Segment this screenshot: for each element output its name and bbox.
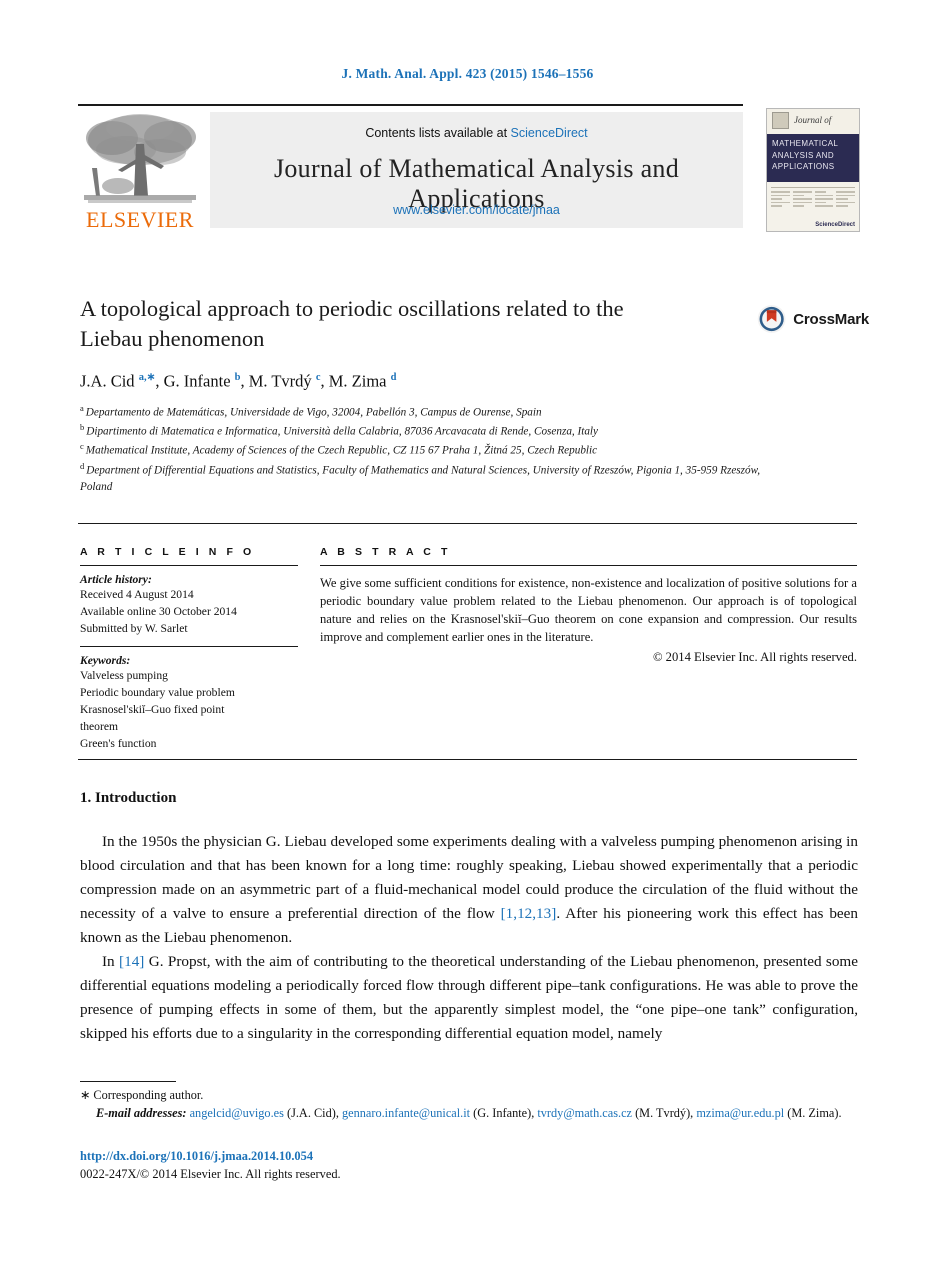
email-addresses-label: E-mail addresses:: [96, 1106, 187, 1121]
cover-line: [771, 201, 790, 203]
affiliation-mark: c: [80, 441, 84, 452]
abstract-column: We give some sufficient conditions for e…: [320, 565, 857, 666]
page-title: A topological approach to periodic oscil…: [80, 296, 624, 352]
history-available-online: Available online 30 October 2014: [80, 604, 237, 618]
article-info-column: Article history: Received 4 August 2014 …: [80, 565, 298, 761]
keywords-divider: [80, 646, 298, 648]
footnote-rule: [80, 1081, 176, 1082]
abstract-text: We give some sufficient conditions for e…: [320, 576, 857, 644]
cover-line: [792, 194, 804, 196]
issn-copyright-line: 0022-247X/© 2014 Elsevier Inc. All right…: [80, 1166, 341, 1181]
paper-page: J. Math. Anal. Appl. 423 (2015) 1546–155…: [0, 0, 935, 1266]
cover-top: Journal of: [767, 109, 859, 134]
cover-line: [814, 191, 826, 193]
affiliation-text: Dipartimento di Matematica e Informatica…: [86, 425, 599, 438]
sciencedirect-link[interactable]: ScienceDirect: [511, 126, 588, 140]
journal-band: Contents lists available at ScienceDirec…: [210, 112, 743, 228]
copyright-line: © 2014 Elsevier Inc. All rights reserved…: [652, 650, 857, 664]
cover-line: [836, 191, 855, 193]
cover-contents-area: ScienceDirect: [767, 182, 859, 231]
elsevier-logo: ELSEVIER: [78, 110, 202, 232]
body-text: In the 1950s the physician G. Liebau dev…: [80, 830, 858, 1046]
cover-line: [814, 201, 826, 203]
cover-line: [814, 205, 834, 207]
keyword-item: Valveless pumping: [80, 669, 168, 683]
cover-line: [792, 191, 812, 193]
paragraph-2: In [14] G. Propst, with the aim of contr…: [80, 953, 858, 1043]
article-info-heading: A R T I C L E I N F O: [80, 546, 255, 558]
affiliation-item: b Dipartimento di Matematica e Informatic…: [80, 421, 780, 440]
history-submitted-by: Submitted by W. Sarlet: [80, 621, 188, 635]
cover-line: [792, 201, 812, 203]
journal-masthead: ELSEVIER Contents lists available at Sci…: [78, 104, 743, 232]
cover-line: [836, 198, 848, 200]
cover-line: [771, 194, 790, 196]
elsevier-wordmark: ELSEVIER: [86, 207, 194, 232]
author-list: J.A. Cid a,∗, G. Infante b, M. Tvrdý c, …: [80, 371, 397, 391]
corresponding-author-note: ∗ Corresponding author.: [80, 1088, 204, 1102]
cover-journal-of-label: Journal of: [794, 115, 832, 125]
affiliation-item: d Department of Differential Equations an…: [80, 460, 780, 496]
cover-line: [792, 198, 812, 200]
email-addresses-values[interactable]: angelcid@uvigo.es (J.A. Cid), gennaro.in…: [187, 1106, 842, 1120]
keyword-item: theorem: [80, 719, 118, 733]
cover-title: MATHEMATICAL ANALYSIS AND APPLICATIONS: [767, 134, 859, 182]
cover-sciencedirect-label: ScienceDirect: [815, 222, 855, 228]
cover-line: [836, 201, 855, 203]
affiliation-text: Departamento de Matemáticas, Universidad…: [85, 406, 542, 419]
cover-line: [771, 191, 790, 193]
cover-line: [836, 205, 848, 207]
paragraph-1: In the 1950s the physician G. Liebau dev…: [80, 833, 858, 947]
affiliation-text: Mathematical Institute, Academy of Scien…: [85, 445, 598, 458]
cover-footer: ScienceDirect: [771, 222, 855, 228]
affiliation-item: a Departamento de Matemáticas, Universida…: [80, 402, 780, 421]
abstract-heading: A B S T R A C T: [320, 546, 451, 558]
keywords-block: Keywords: Valveless pumping Periodic bou…: [80, 654, 298, 761]
affiliation-mark: b: [80, 422, 85, 433]
cover-line: [814, 198, 834, 200]
crossmark-badge[interactable]: CrossMark: [757, 297, 869, 341]
footnote-block: ∗ Corresponding author. E-mail addresses…: [80, 1086, 858, 1123]
info-divider: [80, 565, 298, 566]
affiliation-list: a Departamento de Matemáticas, Universida…: [80, 402, 780, 495]
cover-line: [792, 205, 804, 207]
cover-line: [836, 194, 855, 196]
journal-homepage-link[interactable]: www.elsevier.com/locate/jmaa: [210, 203, 743, 217]
abstract-divider: [320, 565, 857, 566]
elsevier-mark-icon: [772, 112, 789, 129]
cover-column: [836, 191, 855, 209]
crossmark-icon: [757, 305, 786, 333]
affiliation-item: c Mathematical Institute, Academy of Scie…: [80, 440, 780, 459]
info-section-top-rule: [78, 523, 857, 524]
contents-prefix: Contents lists available at: [365, 126, 511, 140]
cover-column: [771, 191, 790, 209]
email-addresses-line: E-mail addresses: angelcid@uvigo.es (J.A…: [80, 1104, 858, 1122]
keyword-item: Krasnosel'skiĭ–Guo fixed point: [80, 702, 225, 716]
cover-line: [771, 205, 783, 207]
contents-available-line: Contents lists available at ScienceDirec…: [210, 126, 743, 140]
running-head: J. Math. Anal. Appl. 423 (2015) 1546–155…: [341, 66, 594, 81]
article-history-label: Article history:: [80, 573, 152, 586]
affiliation-text: Department of Differential Equations and…: [80, 464, 761, 493]
cover-line: [814, 194, 834, 196]
doi-link[interactable]: http://dx.doi.org/10.1016/j.jmaa.2014.10…: [80, 1148, 341, 1166]
keyword-item: Periodic boundary value problem: [80, 686, 235, 700]
doi-block: http://dx.doi.org/10.1016/j.jmaa.2014.10…: [80, 1148, 341, 1184]
keywords-label: Keywords:: [80, 654, 131, 668]
cover-columns: [771, 191, 855, 209]
article-history-block: Article history: Received 4 August 2014 …: [80, 573, 298, 646]
history-received: Received 4 August 2014: [80, 588, 194, 601]
cover-column: [792, 191, 812, 209]
section-heading-introduction: 1. Introduction: [80, 790, 177, 806]
cover-line: [771, 198, 783, 200]
info-section-bottom-rule: [78, 759, 857, 760]
journal-cover-thumbnail: Journal of MATHEMATICAL ANALYSIS AND APP…: [766, 108, 860, 232]
cover-divider: [771, 187, 855, 188]
crossmark-label: CrossMark: [793, 310, 869, 328]
cover-column: [814, 191, 834, 209]
affiliation-mark: d: [80, 460, 85, 471]
keyword-item: Green's function: [80, 736, 157, 750]
affiliation-mark: a: [80, 403, 84, 413]
